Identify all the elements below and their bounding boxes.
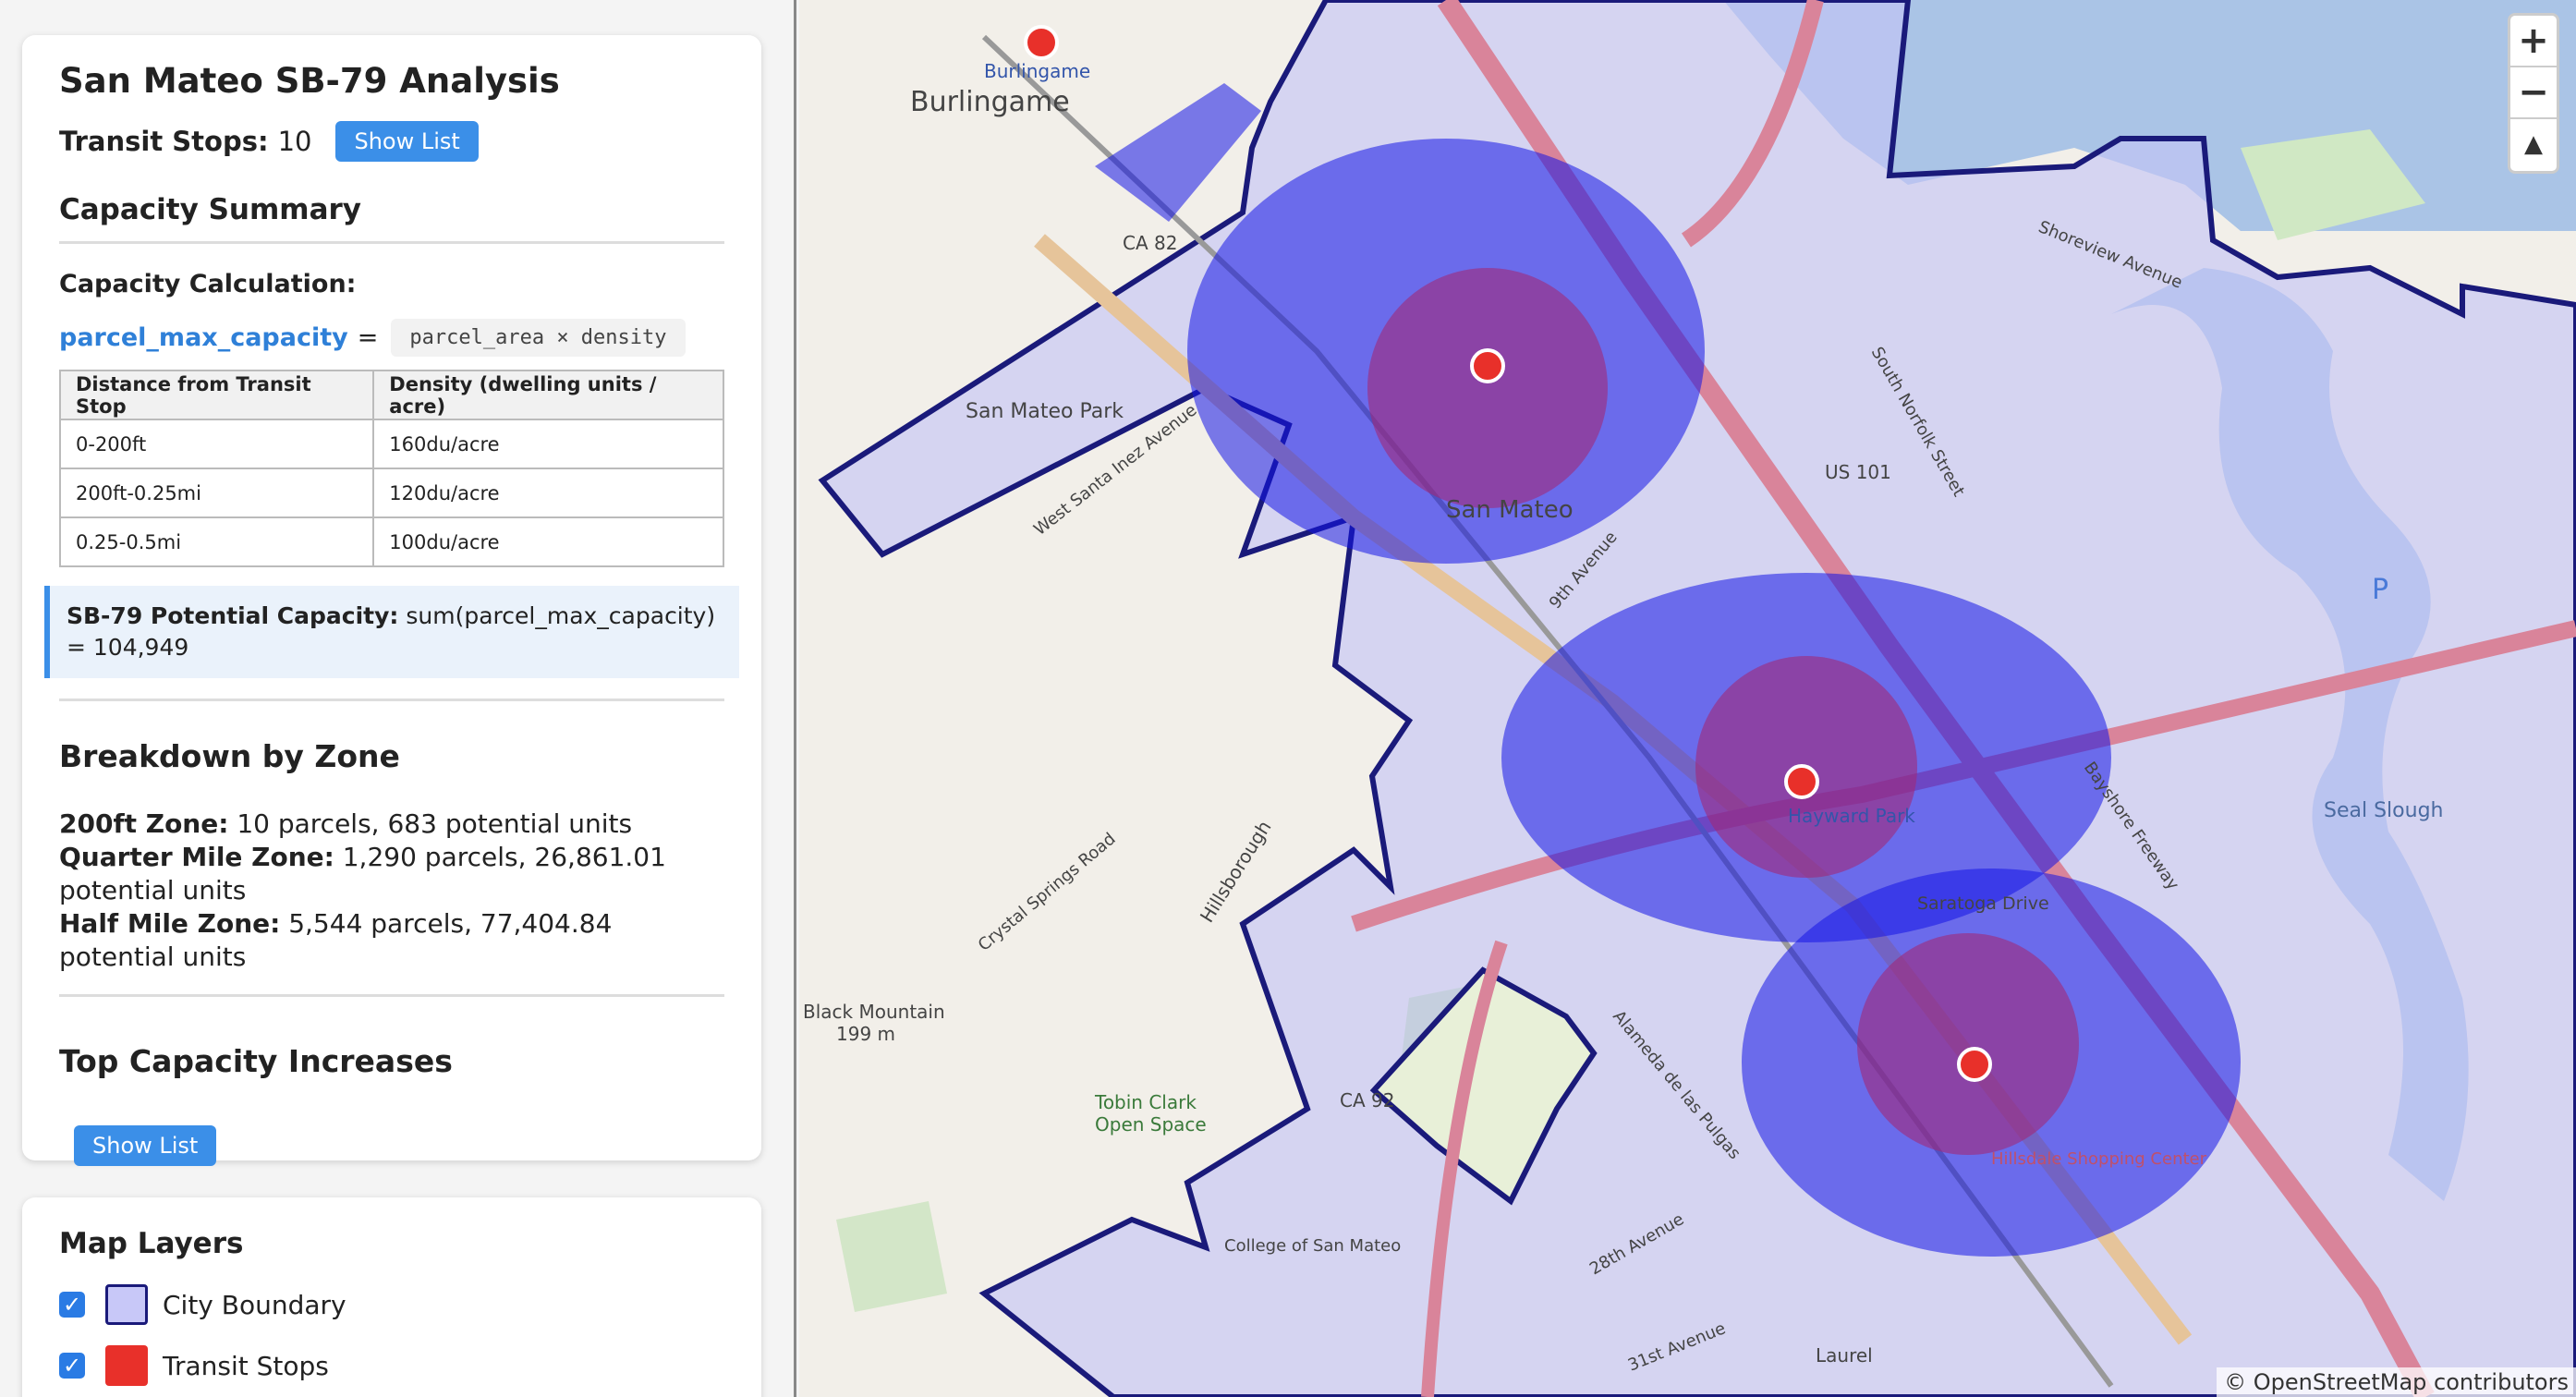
zoom-control: + − ▲	[2508, 13, 2559, 174]
top-capacity-heading: Top Capacity Increases	[59, 1043, 453, 1079]
potential-capacity-label: SB-79 Potential Capacity:	[67, 602, 399, 629]
layer-row-transit-stops[interactable]: ✓ Transit Stops	[59, 1345, 724, 1386]
zone-label: 200ft Zone:	[59, 808, 229, 839]
map-label: Saratoga Drive	[1917, 893, 2049, 914]
quarter-mile-zone	[1857, 933, 2079, 1155]
parcel-zone-north-ext	[1095, 83, 1261, 222]
checkbox-icon[interactable]: ✓	[59, 1292, 85, 1318]
table-header: Density (dwelling units / acre)	[372, 370, 724, 420]
zoom-in-button[interactable]: +	[2510, 16, 2557, 67]
layer-label: City Boundary	[163, 1289, 346, 1320]
map-label: College of San Mateo	[1224, 1236, 1401, 1256]
transit-stop-marker	[1024, 25, 1059, 60]
checkbox-icon[interactable]: ✓	[59, 1353, 85, 1379]
show-list-top-button[interactable]: Show List	[74, 1125, 217, 1166]
transit-stops-count: 10	[277, 126, 312, 157]
transit-stop-marker	[1784, 764, 1819, 799]
capacity-formula: parcel_max_capacity = parcel_area × dens…	[59, 319, 724, 357]
formula-expression: parcel_area × density	[391, 319, 686, 357]
map-label: Burlingame	[984, 60, 1090, 82]
page-title: San Mateo SB-79 Analysis	[59, 61, 560, 101]
table-row: 0-200ft 160du/acre	[58, 419, 724, 469]
city-boundary-swatch	[105, 1284, 148, 1325]
zone-item: Half Mile Zone: 5,544 parcels, 77,404.84…	[59, 907, 724, 974]
divider	[59, 698, 724, 701]
map-label: San Mateo Park	[966, 400, 1124, 423]
map-label: Open Space	[1095, 1113, 1207, 1136]
table-cell: 200ft-0.25mi	[58, 468, 375, 518]
park-area	[836, 1201, 947, 1312]
table-header-row: Distance from Transit Stop Density (dwel…	[58, 370, 724, 420]
table-header: Distance from Transit Stop	[58, 370, 375, 420]
zone-list: 200ft Zone: 10 parcels, 683 potential un…	[59, 808, 724, 974]
map-layers-panel: Map Layers ✓ City Boundary ✓ Transit Sto…	[22, 1197, 761, 1397]
table-cell: 160du/acre	[372, 419, 724, 469]
layer-label: Transit Stops	[163, 1350, 329, 1381]
sidebar: San Mateo SB-79 Analysis Transit Stops: …	[0, 0, 796, 1397]
zone-label: Half Mile Zone:	[59, 908, 281, 939]
table-cell: 0.25-0.5mi	[58, 516, 375, 567]
map-attribution[interactable]: © OpenStreetMap contributors	[2217, 1367, 2576, 1397]
formula-variable: parcel_max_capacity	[59, 323, 348, 352]
map-label: P	[2372, 574, 2388, 606]
map-label: Hayward Park	[1788, 805, 1915, 827]
table-cell: 120du/acre	[372, 468, 724, 518]
zoom-out-button[interactable]: −	[2510, 67, 2557, 119]
table-row: 200ft-0.25mi 120du/acre	[58, 468, 724, 518]
map-canvas[interactable]: Burlingame Burlingame CA 82 US 101 San M…	[799, 0, 2576, 1397]
map-layers-heading: Map Layers	[59, 1227, 244, 1260]
map-label: Black Mountain	[803, 1001, 945, 1023]
map-label: CA 92	[1340, 1089, 1394, 1112]
map-label: San Mateo	[1446, 496, 1574, 524]
map-label: Burlingame	[910, 86, 1070, 118]
potential-capacity-callout: SB-79 Potential Capacity: sum(parcel_max…	[44, 586, 739, 678]
transit-stop-marker	[1957, 1047, 1992, 1082]
formula-equals: =	[357, 323, 379, 352]
show-list-stops-button[interactable]: Show List	[335, 121, 479, 162]
zone-value: 10 parcels, 683 potential units	[237, 808, 633, 839]
map-label: CA 82	[1123, 232, 1177, 254]
zone-label: Quarter Mile Zone:	[59, 842, 334, 872]
capacity-calculation-title: Capacity Calculation:	[59, 270, 357, 298]
map-label: US 101	[1825, 461, 1891, 483]
density-table: Distance from Transit Stop Density (dwel…	[58, 370, 724, 567]
map-label: Laurel	[1816, 1344, 1873, 1367]
table-cell: 0-200ft	[58, 419, 375, 469]
quarter-mile-zone	[1367, 268, 1608, 508]
zone-item: Quarter Mile Zone: 1,290 parcels, 26,861…	[59, 841, 724, 907]
map-label: Crystal Springs Road	[975, 829, 1120, 954]
zone-item: 200ft Zone: 10 parcels, 683 potential un…	[59, 808, 724, 841]
analysis-panel: San Mateo SB-79 Analysis Transit Stops: …	[22, 35, 761, 1166]
capacity-summary-heading: Capacity Summary	[59, 193, 724, 244]
reset-bearing-icon[interactable]: ▲	[2510, 119, 2557, 171]
map-label: Seal Slough	[2324, 799, 2443, 822]
transit-stops-row: Transit Stops: 10 Show List	[59, 121, 724, 162]
divider	[59, 994, 724, 997]
layer-row-city-boundary[interactable]: ✓ City Boundary	[59, 1284, 724, 1325]
breakdown-heading: Breakdown by Zone	[59, 738, 400, 774]
map-view[interactable]: Burlingame Burlingame CA 82 US 101 San M…	[799, 0, 2576, 1397]
map-label: Tobin Clark	[1094, 1091, 1197, 1113]
transit-stops-swatch	[105, 1345, 148, 1386]
table-cell: 100du/acre	[372, 516, 724, 567]
map-label: Hillsdale Shopping Center	[1991, 1149, 2207, 1169]
map-label: 199 m	[836, 1023, 895, 1045]
table-row: 0.25-0.5mi 100du/acre	[58, 516, 724, 567]
transit-stops-label: Transit Stops:	[59, 126, 269, 157]
transit-stop-marker	[1470, 348, 1505, 383]
